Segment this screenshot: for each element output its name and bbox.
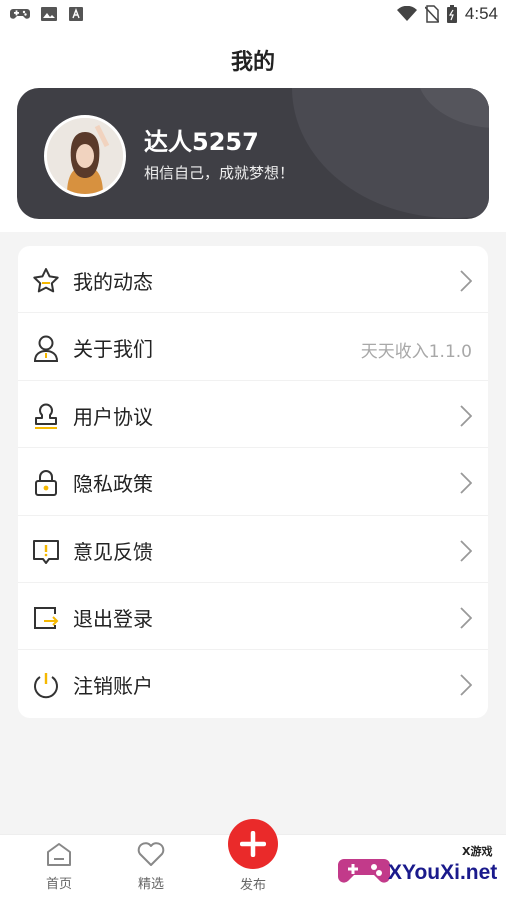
image-icon: [41, 7, 57, 21]
menu-item-logout[interactable]: 退出登录: [18, 583, 488, 651]
feedback-icon: [33, 539, 59, 564]
battery-icon: [446, 5, 457, 23]
menu-item-delete-account[interactable]: 注销账户: [18, 650, 488, 717]
chevron-right-icon: [460, 405, 472, 427]
chevron-right-icon: [460, 472, 472, 494]
menu-item-label: 关于我们: [73, 337, 153, 362]
gamepad-icon: [10, 9, 30, 19]
chevron-right-icon: [460, 539, 472, 562]
stamp-icon: [35, 403, 57, 429]
lock-icon: [35, 470, 57, 497]
menu-item-label: 用户协议: [73, 404, 153, 429]
profile-motto: 相信自己，成就梦想！: [144, 164, 295, 182]
logout-icon: [34, 606, 59, 629]
tab-label: 发布: [239, 878, 266, 893]
tab-featured[interactable]: 精选: [111, 841, 191, 892]
status-bar: 4:54: [0, 0, 506, 30]
chevron-right-icon: [460, 607, 472, 629]
page-title: 我的: [230, 50, 275, 75]
user-icon: [33, 335, 59, 363]
watermark-small-text: X游戏: [462, 845, 493, 858]
menu-item-privacy-policy[interactable]: 隐私政策: [18, 448, 488, 516]
publish-button[interactable]: [228, 819, 278, 869]
menu-item-my-posts[interactable]: 我的动态: [18, 246, 488, 314]
star-icon: [33, 268, 59, 293]
tab-label: 首页: [45, 877, 72, 892]
menu-list: 我的动态 关于我们 天天收入1.1.0 用户协议 隐私政策 意见反馈 退出登录 …: [18, 246, 488, 718]
menu-item-label: 退出登录: [73, 606, 153, 631]
watermark-logo: X游戏 XYouXi.net: [338, 843, 506, 895]
menu-item-label: 意见反馈: [73, 539, 153, 564]
username: 达人5257: [144, 128, 259, 156]
menu-item-feedback[interactable]: 意见反馈: [18, 516, 488, 583]
app-version: 天天收入1.1.0: [360, 342, 472, 363]
menu-item-label: 隐私政策: [73, 472, 153, 497]
chevron-right-icon: [460, 270, 472, 292]
gamepad-logo-icon: [338, 859, 390, 883]
menu-item-user-agreement[interactable]: 用户协议: [18, 381, 488, 449]
home-icon: [47, 843, 71, 866]
tab-label: 精选: [137, 877, 164, 892]
watermark-text: XYouXi.net: [388, 861, 498, 884]
plus-icon: [240, 831, 266, 857]
text-icon: [69, 7, 83, 21]
no-sim-icon: [424, 5, 439, 23]
menu-item-label: 我的动态: [73, 270, 153, 294]
menu-item-about-us[interactable]: 关于我们 天天收入1.1.0: [18, 313, 488, 381]
status-time: 4:54: [464, 4, 498, 23]
wifi-icon: [396, 6, 417, 21]
chevron-right-icon: [460, 674, 472, 696]
tab-home[interactable]: 首页: [19, 841, 99, 892]
profile-card[interactable]: 达人5257 相信自己，成就梦想！: [17, 88, 489, 219]
menu-item-label: 注销账户: [73, 674, 153, 699]
heart-icon: [137, 842, 165, 866]
power-icon: [34, 673, 58, 699]
avatar[interactable]: [44, 115, 126, 197]
